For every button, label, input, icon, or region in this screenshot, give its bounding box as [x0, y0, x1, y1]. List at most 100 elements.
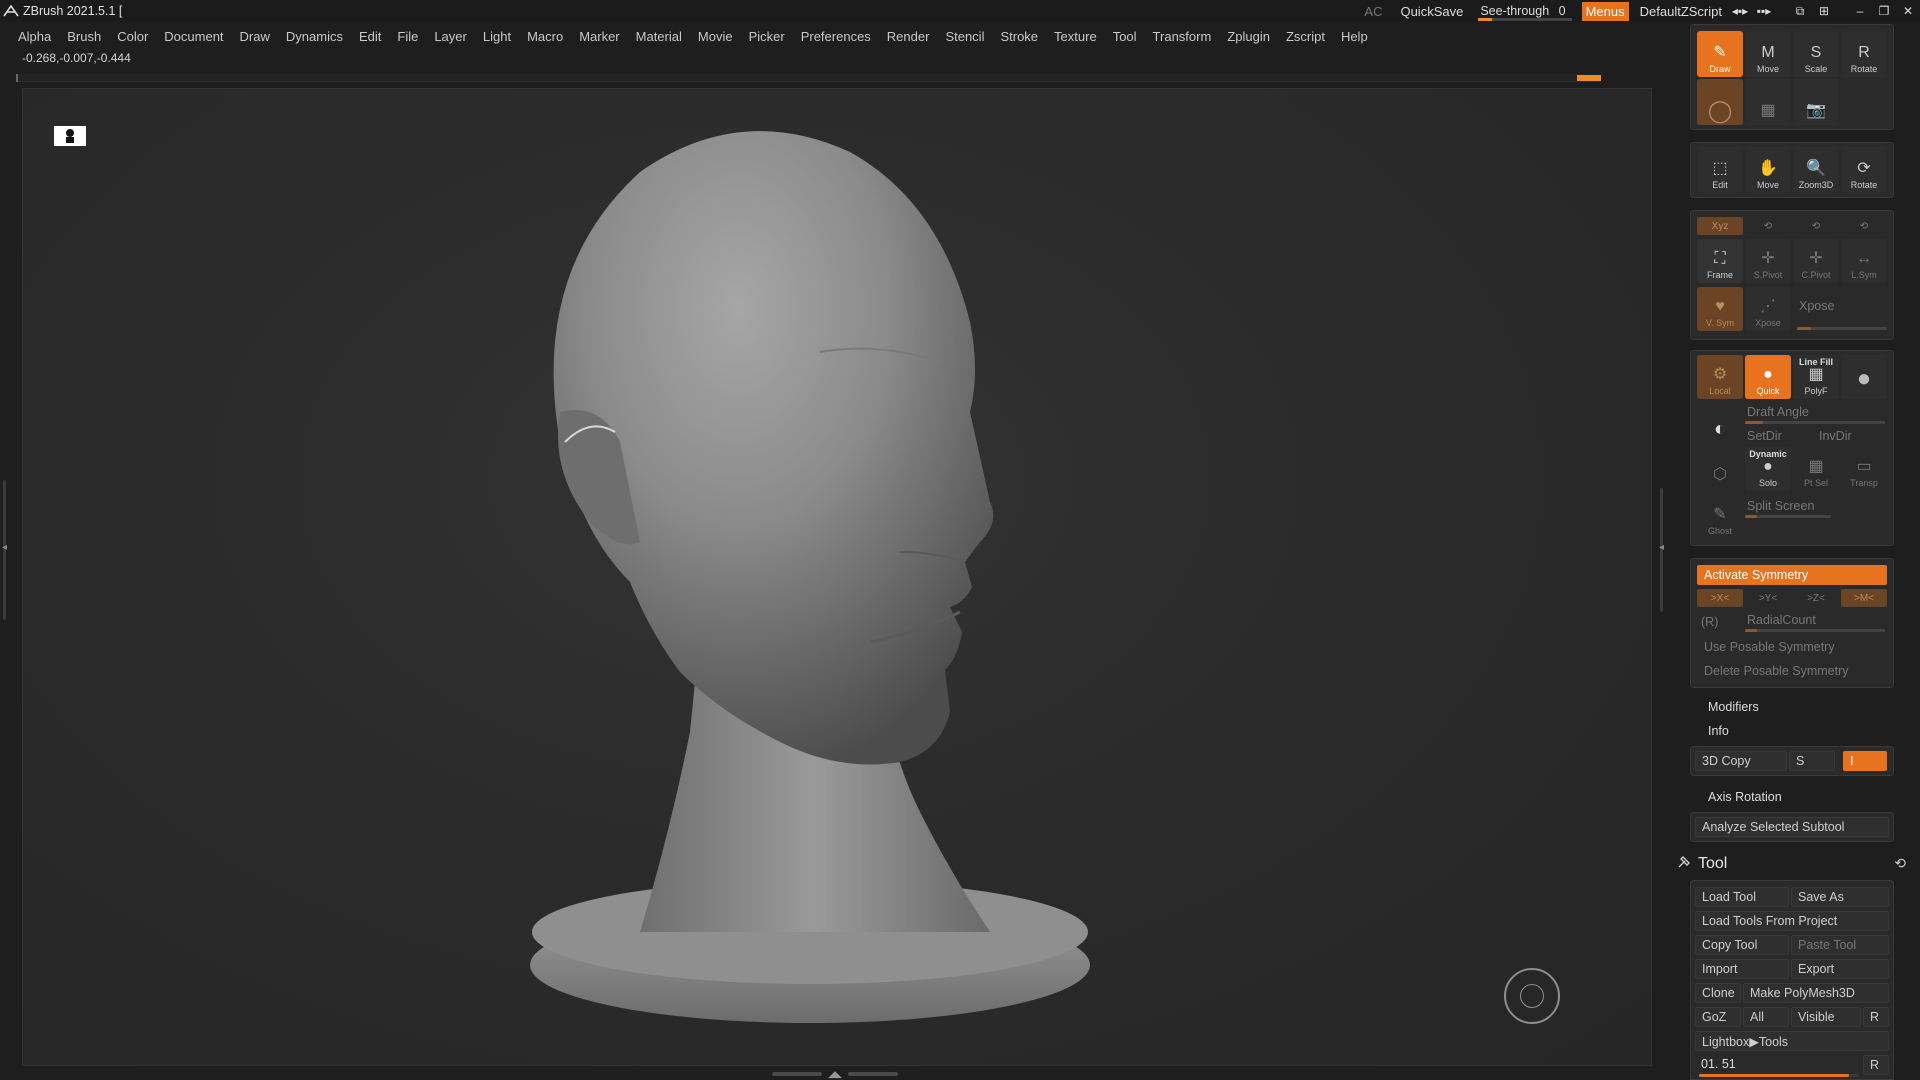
gizmo-icon[interactable]: ◯ [1697, 79, 1743, 125]
ghost-button[interactable]: ✎ Ghost [1697, 495, 1743, 539]
camera-icon[interactable]: 📷 [1793, 79, 1839, 125]
menu-movie[interactable]: Movie [690, 29, 741, 44]
tool-reset-icon[interactable]: ⟲ [1894, 855, 1906, 872]
axis-rotation-section[interactable]: Axis Rotation [1708, 790, 1782, 804]
ui-layout-icon[interactable]: ◂▪▸ [1728, 0, 1752, 22]
restore-icon[interactable]: ❐ [1872, 0, 1896, 22]
frame-button[interactable]: ⛶ Frame [1697, 239, 1743, 283]
menu-tool[interactable]: Tool [1105, 29, 1145, 44]
menu-color[interactable]: Color [109, 29, 156, 44]
menu-preferences[interactable]: Preferences [793, 29, 879, 44]
perspective-icon[interactable] [54, 126, 86, 146]
draft-analysis-icon[interactable]: ◐ [1697, 403, 1743, 443]
menu-picker[interactable]: Picker [741, 29, 793, 44]
split-screen-slider[interactable] [1745, 515, 1831, 518]
i-button[interactable]: I [1843, 751, 1887, 771]
material-sphere-icon[interactable]: ● [1841, 355, 1887, 399]
radial-toggle-button[interactable]: (R) [1701, 615, 1718, 629]
menu-alpha[interactable]: Alpha [10, 29, 59, 44]
local-button[interactable]: ⚙ Local [1697, 355, 1743, 399]
invdir-button[interactable]: InvDir [1819, 429, 1852, 443]
menu-stencil[interactable]: Stencil [937, 29, 992, 44]
wireframe-cube-icon[interactable]: ⬡ [1697, 449, 1743, 489]
draw-button[interactable]: ✎ Draw [1697, 31, 1743, 77]
menu-dynamics[interactable]: Dynamics [278, 29, 351, 44]
solo-button[interactable]: Dynamic ● Solo [1745, 447, 1791, 491]
load-tool-button[interactable]: Load Tool [1695, 887, 1789, 907]
xyz-rotate-button[interactable]: Xyz [1697, 217, 1743, 235]
analyze-selected-subtool-button[interactable]: Analyze Selected Subtool [1695, 817, 1889, 837]
load-tools-from-project-button[interactable]: Load Tools From Project [1695, 911, 1889, 931]
activate-symmetry-button[interactable]: Activate Symmetry [1697, 565, 1887, 585]
xpose-slider[interactable] [1797, 327, 1887, 330]
scale-mode-button[interactable]: S Scale [1793, 31, 1839, 77]
quick-button[interactable]: ● Quick [1745, 355, 1791, 399]
menu-zscript[interactable]: Zscript [1278, 29, 1333, 44]
symmetry-m-button[interactable]: >M< [1841, 589, 1887, 607]
left-tray-toggle[interactable]: ◂ [0, 480, 10, 620]
close-icon[interactable]: ✕ [1896, 0, 1920, 22]
ptsel-button[interactable]: ▦ Pt Sel [1793, 447, 1839, 491]
radial-count-slider[interactable] [1745, 629, 1885, 632]
goz-r-button[interactable]: R [1863, 1007, 1889, 1027]
ac-button[interactable]: AC [1355, 4, 1391, 19]
lsym-button[interactable]: ↔ L.Sym [1841, 239, 1887, 283]
tool-pin-icon[interactable] [1676, 854, 1692, 873]
free-rotate-icon[interactable]: ⟲ [1841, 217, 1887, 235]
menu-texture[interactable]: Texture [1046, 29, 1105, 44]
docking-icon[interactable]: ⊞ [1812, 0, 1836, 22]
timeline-ruler[interactable] [16, 74, 1602, 82]
goz-all-button[interactable]: All [1743, 1007, 1789, 1027]
modifiers-section[interactable]: Modifiers [1708, 700, 1759, 714]
edit-button[interactable]: ⬚ Edit [1697, 147, 1743, 193]
symmetry-z-button[interactable]: >Z< [1793, 589, 1839, 607]
menus-toggle-button[interactable]: Menus [1581, 1, 1629, 21]
menu-render[interactable]: Render [879, 29, 938, 44]
menu-brush[interactable]: Brush [59, 29, 109, 44]
rotate-mode-button[interactable]: R Rotate [1841, 31, 1887, 77]
3d-copy-button[interactable]: 3D Copy [1695, 751, 1787, 771]
menu-marker[interactable]: Marker [571, 29, 627, 44]
navigation-gizmo[interactable] [1504, 968, 1560, 1024]
use-posable-symmetry-button[interactable]: Use Posable Symmetry [1697, 637, 1887, 657]
menu-transform[interactable]: Transform [1145, 29, 1220, 44]
menu-material[interactable]: Material [628, 29, 690, 44]
info-section[interactable]: Info [1708, 724, 1729, 738]
draft-angle-slider[interactable] [1745, 421, 1885, 424]
default-zscript-button[interactable]: DefaultZScript [1634, 4, 1728, 19]
edit-frame-icon[interactable]: ▦ [1745, 79, 1791, 125]
polyf-button[interactable]: Line Fill ▦ PolyF [1793, 355, 1839, 399]
palette-swap-icon[interactable]: ⧉ [1788, 0, 1812, 22]
right-tray-toggle[interactable]: ◂ [1656, 480, 1670, 620]
make-polymesh3d-button[interactable]: Make PolyMesh3D [1743, 983, 1889, 1003]
bottom-tray-toggle[interactable]: ◢◣ [770, 1069, 900, 1079]
tool-slider[interactable] [1699, 1074, 1859, 1077]
xpose-button[interactable]: ⋰ Xpose [1745, 287, 1791, 331]
transp-button[interactable]: ▭ Transp [1841, 447, 1887, 491]
menu-zplugin[interactable]: Zplugin [1219, 29, 1278, 44]
menu-file[interactable]: File [389, 29, 426, 44]
see-through-slider[interactable]: See-through 0 [1472, 4, 1573, 21]
goz-button[interactable]: GoZ [1695, 1007, 1741, 1027]
symmetry-x-button[interactable]: >X< [1697, 589, 1743, 607]
head-sculpt-model[interactable] [520, 112, 1100, 1030]
zoom3d-button[interactable]: 🔍 Zoom3D [1793, 147, 1839, 193]
lightbox-tools-button[interactable]: Lightbox▶Tools [1695, 1031, 1889, 1051]
delete-posable-symmetry-button[interactable]: Delete Posable Symmetry [1697, 661, 1887, 681]
menu-layer[interactable]: Layer [426, 29, 475, 44]
menu-draw[interactable]: Draw [232, 29, 278, 44]
s-button[interactable]: S [1789, 751, 1835, 771]
clone-button[interactable]: Clone [1695, 983, 1741, 1003]
spivot-button[interactable]: ✛ S.Pivot [1745, 239, 1791, 283]
import-button[interactable]: Import [1695, 959, 1789, 979]
copy-tool-button[interactable]: Copy Tool [1695, 935, 1789, 955]
quicksave-button[interactable]: QuickSave [1391, 4, 1472, 19]
minimize-icon[interactable]: – [1848, 0, 1872, 22]
y-rotate-icon[interactable]: ⟲ [1745, 217, 1791, 235]
z-rotate-icon[interactable]: ⟲ [1793, 217, 1839, 235]
menu-edit[interactable]: Edit [351, 29, 389, 44]
menu-help[interactable]: Help [1333, 29, 1376, 44]
menu-macro[interactable]: Macro [519, 29, 571, 44]
export-button[interactable]: Export [1791, 959, 1889, 979]
tool-palette-header[interactable]: Tool ⟲ [1672, 852, 1912, 876]
